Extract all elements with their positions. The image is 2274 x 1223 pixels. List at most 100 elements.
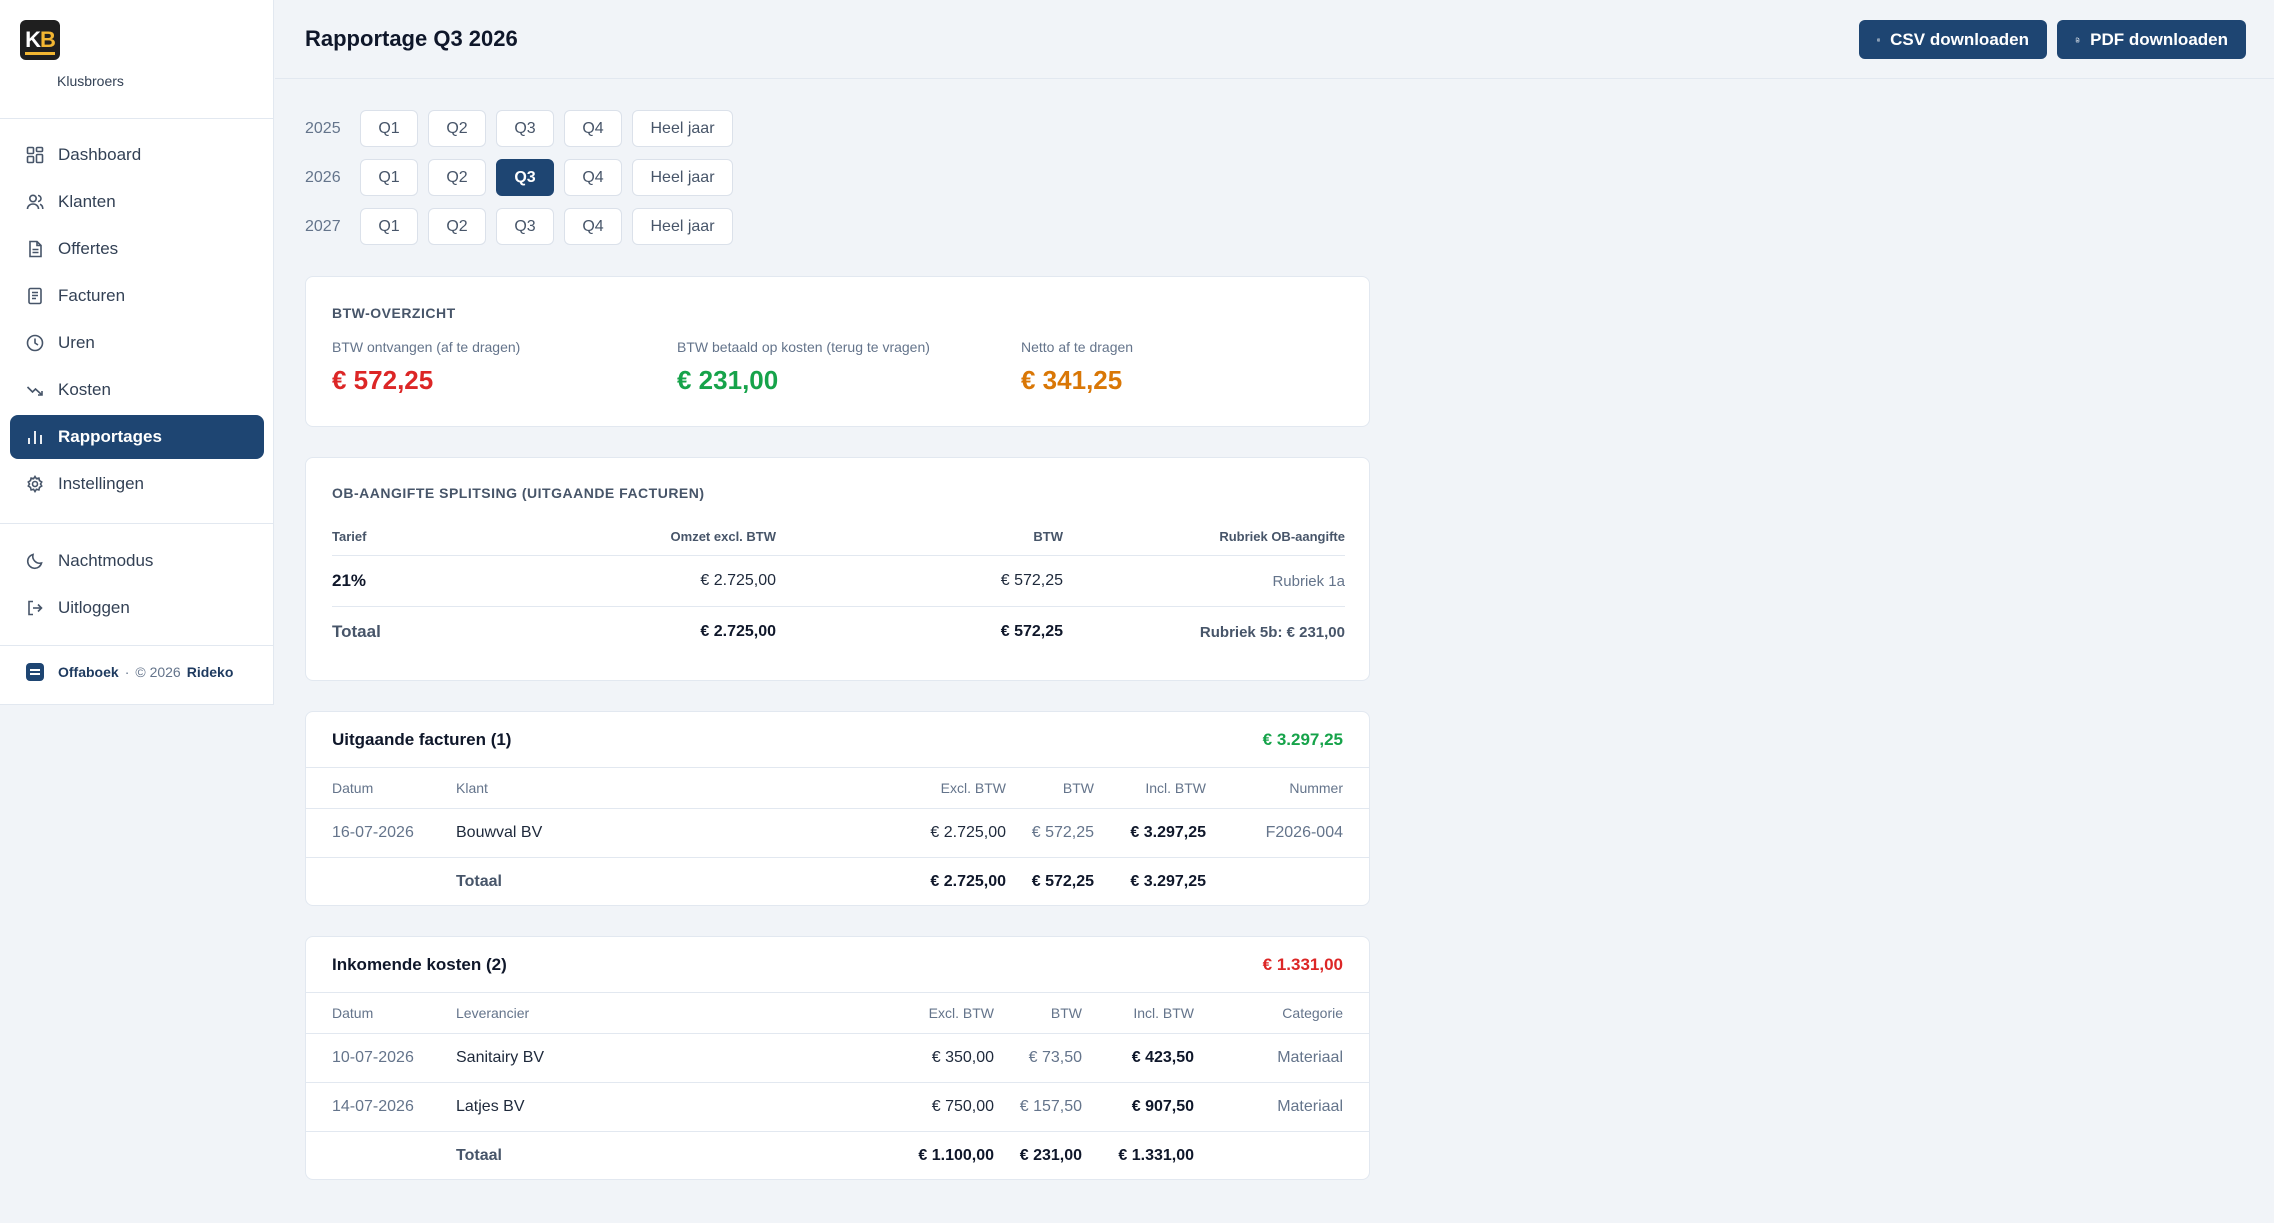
clock-icon [26, 334, 44, 352]
brand[interactable]: KB [20, 20, 60, 60]
ob-rate: 21% [332, 571, 367, 590]
sidebar-item-label: Facturen [58, 286, 126, 305]
total-label: Totaal [456, 1147, 502, 1164]
btw-overview-title: BTW-OVERZICHT [332, 305, 456, 321]
secondary-nav: Nachtmodus Uitloggen [10, 539, 264, 633]
outgoing-invoices-title: Uitgaande facturen (1) [332, 730, 512, 749]
column-header: Tarief [332, 528, 367, 544]
table-row[interactable]: 10-07-2026 Sanitairy BV € 350,00 € 73,50… [306, 1034, 1369, 1082]
logout-icon [28, 600, 43, 616]
sidebar-item-instellingen[interactable]: Instellingen [10, 462, 264, 506]
column-header: Rubriek OB-aangifte [1219, 528, 1345, 544]
cost-supplier: Sanitairy BV [456, 1049, 545, 1066]
cost-date: 14-07-2026 [332, 1098, 414, 1115]
table-header: Datum Klant Excl. BTW BTW Incl. BTW Numm… [306, 768, 1369, 808]
sidebar-item-klanten[interactable]: Klanten [10, 180, 264, 224]
sidebar-item-label: Instellingen [58, 474, 145, 493]
ob-turnover: € 2.725,00 [700, 572, 776, 589]
sidebar-item-label: Kosten [58, 380, 111, 399]
period-year: 2027 [305, 217, 341, 235]
cost-category: Materiaal [1277, 1049, 1343, 1066]
table-total-row: Totaal € 2.725,00 € 572,25 € 3.297,25 [306, 858, 1369, 906]
column-header: Datum [332, 1005, 374, 1021]
grid-icon [26, 146, 44, 164]
period-row-2026: 2026 Q1 Q2 Q3 Q4 Heel jaar [305, 159, 743, 196]
footer-separator: · [124, 664, 130, 680]
logout-button[interactable]: Uitloggen [10, 586, 264, 630]
period-button-q1[interactable]: Q1 [360, 159, 418, 196]
sidebar-item-label: Klanten [58, 192, 116, 211]
total-label: Totaal [456, 873, 502, 890]
table-total-row: Totaal € 1.100,00 € 231,00 € 1.331,00 [306, 1132, 1369, 1180]
table-row[interactable]: 16-07-2026 Bouwval BV € 2.725,00 € 572,2… [306, 809, 1369, 857]
incoming-costs-total: € 1.331,00 [1262, 955, 1343, 974]
cost-vat: € 157,50 [1019, 1098, 1082, 1115]
pdf-download-label: PDF downloaden [2090, 29, 2228, 49]
brand-logo[interactable]: KB [20, 20, 60, 60]
period-year: 2026 [305, 168, 341, 186]
incoming-costs-title: Inkomende kosten (2) [332, 955, 507, 974]
column-header: BTW [1050, 1005, 1082, 1021]
period-button-q3[interactable]: Q3 [496, 110, 554, 147]
total-excl: € 2.725,00 [930, 873, 1006, 890]
btw-net-value: € 341,25 [1021, 365, 1123, 395]
sidebar-divider [0, 645, 274, 646]
sidebar-item-uren[interactable]: Uren [10, 321, 264, 365]
sidebar-footer: Offaboek · © 2026 Rideko [26, 663, 233, 681]
sidebar-divider [0, 523, 274, 524]
column-header: BTW [1062, 780, 1094, 796]
column-header: Leverancier [456, 1005, 530, 1021]
ob-rubriek: Rubriek 1a [1272, 572, 1345, 590]
sidebar-divider [0, 118, 274, 119]
table-header: Datum Leverancier Excl. BTW BTW Incl. BT… [306, 993, 1369, 1033]
table-row[interactable]: 14-07-2026 Latjes BV € 750,00 € 157,50 €… [306, 1083, 1369, 1131]
period-button-full-year[interactable]: Heel jaar [632, 110, 733, 147]
csv-download-button[interactable]: CSV downloaden [1859, 20, 2047, 59]
sidebar-item-label: Rapportages [58, 427, 162, 446]
sidebar-item-facturen[interactable]: Facturen [10, 274, 264, 318]
sidebar-item-kosten[interactable]: Kosten [10, 368, 264, 412]
sidebar-item-label: Nachtmodus [58, 551, 154, 570]
period-button-q2[interactable]: Q2 [428, 159, 486, 196]
file-icon [2075, 37, 2080, 42]
page-title: Rapportage Q3 2026 [305, 26, 518, 51]
sidebar: KB Klusbroers Dashboard Klanten Offertes… [0, 0, 274, 705]
column-header: Nummer [1289, 780, 1343, 796]
logo-letter-b: B [40, 27, 56, 52]
night-mode-toggle[interactable]: Nachtmodus [10, 539, 264, 583]
period-button-q2[interactable]: Q2 [428, 208, 486, 245]
cost-excl: € 350,00 [931, 1049, 994, 1066]
sidebar-item-label: Offertes [58, 239, 119, 258]
column-header: Excl. BTW [928, 1005, 994, 1021]
cost-date: 10-07-2026 [332, 1049, 414, 1066]
column-header: Incl. BTW [1145, 780, 1206, 796]
period-button-q3[interactable]: Q3 [496, 208, 554, 245]
period-button-q4[interactable]: Q4 [564, 159, 622, 196]
cost-excl: € 750,00 [931, 1098, 994, 1115]
period-button-q1[interactable]: Q1 [360, 110, 418, 147]
ob-total-label: Totaal [332, 622, 381, 641]
sidebar-item-offertes[interactable]: Offertes [10, 227, 264, 271]
footer-company-link[interactable]: Rideko [187, 664, 234, 680]
period-button-q1[interactable]: Q1 [360, 208, 418, 245]
period-year: 2025 [305, 119, 341, 137]
ob-split-title: OB-AANGIFTE SPLITSING (UITGAANDE FACTURE… [332, 485, 705, 501]
period-button-full-year[interactable]: Heel jaar [632, 159, 733, 196]
period-button-q3-selected[interactable]: Q3 [496, 159, 554, 196]
period-button-full-year[interactable]: Heel jaar [632, 208, 733, 245]
btw-net-label: Netto af te dragen [1021, 339, 1134, 355]
sidebar-item-dashboard[interactable]: Dashboard [10, 133, 264, 177]
ob-total-turnover: € 2.725,00 [700, 623, 776, 640]
period-button-q2[interactable]: Q2 [428, 110, 486, 147]
sidebar-item-rapportages[interactable]: Rapportages [10, 415, 264, 459]
column-header: Incl. BTW [1133, 1005, 1194, 1021]
incoming-costs-card: Inkomende kosten (2) € 1.331,00 Datum Le… [305, 936, 1370, 1180]
period-row-2025: 2025 Q1 Q2 Q3 Q4 Heel jaar [305, 110, 743, 147]
trending-down-icon [26, 386, 43, 396]
btw-paid-label: BTW betaald op kosten (terug te vragen) [677, 339, 930, 355]
period-button-q4[interactable]: Q4 [564, 208, 622, 245]
pdf-download-button[interactable]: PDF downloaden [2057, 20, 2246, 59]
ob-total-rubriek: Rubriek 5b: € 231,00 [1199, 623, 1345, 641]
period-button-q4[interactable]: Q4 [564, 110, 622, 147]
sidebar-item-label: Uren [58, 333, 95, 352]
